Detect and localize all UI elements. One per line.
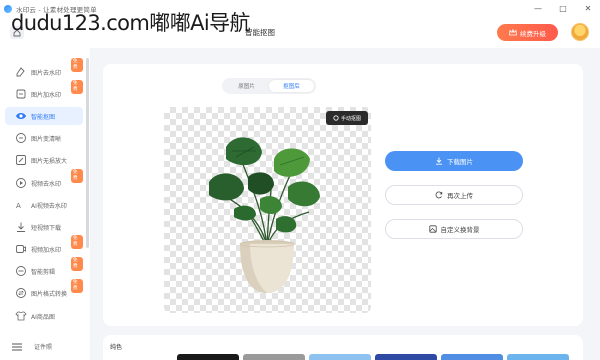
sidebar-item-label: 智能剪辑 (31, 268, 56, 276)
sidebar-item-label: 图片无损放大 (31, 157, 68, 165)
download-image-label: 下载图片 (447, 158, 473, 166)
plant-image (209, 137, 320, 293)
sidebar-item-label: 短视频下载 (31, 224, 62, 232)
custom-background-label: 自定义换背景 (440, 226, 480, 234)
tab-original[interactable]: 原图片 (224, 80, 269, 92)
close-icon[interactable]: ✕ (576, 0, 600, 17)
minimize-icon[interactable]: — (526, 0, 550, 17)
download-icon (436, 157, 442, 165)
result-canvas: 手动抠图 (164, 107, 371, 313)
shirt-icon (15, 310, 27, 322)
color-swatch[interactable] (441, 354, 503, 360)
sidebar-scrollbar[interactable] (86, 58, 89, 248)
view-toggle: 原图片 抠图后 (222, 78, 316, 94)
menu-icon[interactable] (12, 343, 22, 351)
sidebar-item-label: 图片去水印 (31, 69, 62, 77)
color-swatch[interactable] (309, 354, 371, 360)
download-icon (15, 221, 27, 233)
free-badge: 免费 (71, 279, 83, 293)
vip-upgrade-label: 续费升级 (520, 29, 546, 38)
stamp-icon (15, 88, 27, 100)
watermark-text: dudu123.com嘟嘟Ai导航 (11, 11, 250, 35)
vip-upgrade-button[interactable]: 续费升级 (497, 24, 558, 41)
free-badge: 免费 (71, 169, 83, 183)
reupload-label: 再次上传 (447, 192, 473, 200)
color-swatch[interactable] (375, 354, 437, 360)
custom-background-button[interactable]: 自定义换背景 (385, 219, 523, 239)
color-swatch[interactable] (507, 354, 569, 360)
manual-cutout-button[interactable]: 手动抠图 (326, 111, 368, 125)
sidebar-item-label: 图片加水印 (31, 91, 62, 99)
convert-icon (15, 287, 27, 299)
free-badge: 免费 (71, 257, 83, 271)
free-badge: 免费 (71, 235, 83, 249)
sidebar-bottom: 证件照 (0, 333, 90, 360)
sidebar-item-label: 智能抠图 (31, 113, 56, 121)
sidebar-item-1[interactable]: 图片加水印 免费 (5, 80, 83, 103)
scissors-icon (333, 115, 339, 121)
tab-cutout[interactable]: 抠图后 (269, 80, 314, 92)
refresh-icon (435, 191, 443, 199)
solid-color-label: 纯色 (110, 344, 123, 351)
sidebar-item-9[interactable]: 智能剪辑 免费 (5, 257, 83, 280)
sidebar: 图片去水印 免费 图片加水印 免费 智能抠图 图片变清晰 图片无损放大 视频去水印 免费 A AI视… (0, 48, 90, 360)
sidebar-item-6[interactable]: A AI视频去水印 (5, 196, 83, 214)
free-badge: 免费 (71, 80, 83, 94)
crown-icon (509, 29, 517, 36)
sidebar-item-2[interactable]: 智能抠图 (5, 107, 83, 125)
app-window: 水印云 - 让素材处理更简单 — □ ✕ 智能抠图 续费升级 dudu123.c… (0, 0, 600, 360)
sidebar-item-4[interactable]: 图片无损放大 (5, 151, 83, 169)
sidebar-item-label: 视频加水印 (31, 246, 62, 254)
sidebar-item-10[interactable]: 图片格式转换 免费 (5, 279, 83, 302)
video-icon (15, 177, 27, 189)
color-swatch[interactable] (243, 354, 305, 360)
main-panel: 原图片 抠图后 手动抠图 下载图片 再次上传 自定义换背景 (103, 64, 583, 326)
eraser-icon (15, 66, 27, 78)
sidebar-item-label: 视频去水印 (31, 180, 62, 188)
sidebar-item-label: AI视频去水印 (31, 202, 67, 210)
clip-icon (15, 265, 27, 277)
download-image-button[interactable]: 下载图片 (385, 151, 523, 171)
user-avatar[interactable] (571, 23, 589, 41)
enlarge-icon (15, 154, 27, 166)
enhance-icon (15, 132, 27, 144)
color-swatch[interactable] (177, 354, 239, 360)
background-icon (428, 225, 437, 233)
sidebar-item-11[interactable]: AI商品图 (5, 307, 83, 325)
svg-text:A: A (16, 202, 21, 210)
sidebar-item-5[interactable]: 视频去水印 免费 (5, 169, 83, 192)
sidebar-item-3[interactable]: 图片变清晰 (5, 129, 83, 147)
sidebar-item-label: 图片变清晰 (31, 135, 62, 143)
sidebar-item-label: AI商品图 (31, 313, 55, 321)
free-badge: 免费 (71, 58, 83, 72)
sidebar-item-id-photo[interactable]: 证件照 (34, 342, 52, 351)
maximize-icon[interactable]: □ (551, 0, 575, 17)
video-stamp-icon (15, 243, 27, 255)
sidebar-item-7[interactable]: 短视频下载 (5, 218, 83, 236)
background-color-panel: 纯色 (103, 335, 583, 360)
sidebar-item-0[interactable]: 图片去水印 免费 (5, 58, 83, 81)
reupload-button[interactable]: 再次上传 (385, 185, 523, 205)
manual-cutout-label: 手动抠图 (340, 115, 361, 122)
sidebar-item-8[interactable]: 视频加水印 免费 (5, 235, 83, 258)
cutout-icon (15, 110, 27, 122)
sidebar-item-label: 图片格式转换 (31, 290, 68, 298)
ai-video-icon: A (15, 199, 27, 211)
